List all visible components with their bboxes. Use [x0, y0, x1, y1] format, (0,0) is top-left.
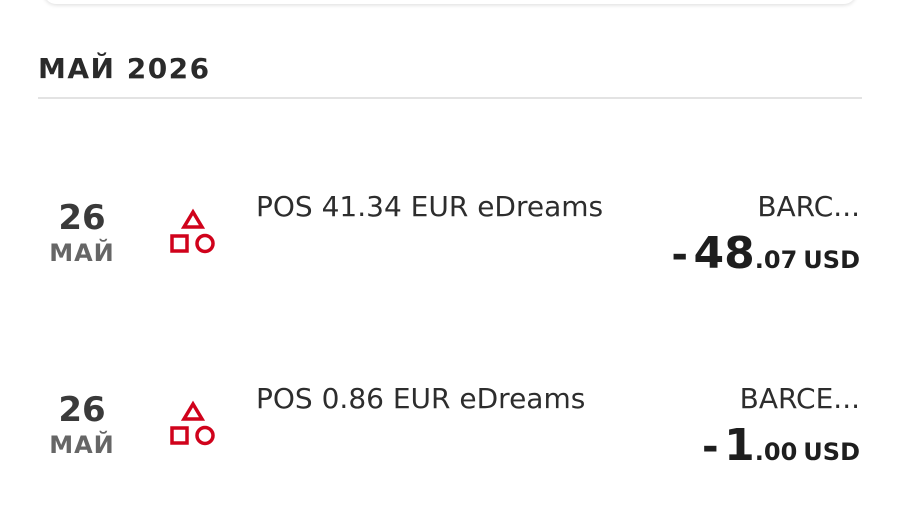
date-month: МАЙ [49, 431, 115, 459]
transaction-description: POS 41.34 EUR eDreams [256, 190, 604, 223]
date-day: 26 [58, 198, 106, 238]
amount-integer: 48 [693, 228, 755, 279]
date-block: 26 МАЙ [36, 390, 128, 460]
shapes-category-icon [170, 400, 215, 446]
transaction-row[interactable]: 26 МАЙ POS 41.34 EUR eDreams BARC... - 4… [0, 188, 900, 308]
month-header: МАЙ 2026 [38, 52, 211, 85]
shapes-category-icon [170, 208, 215, 254]
previous-card-edge [44, 0, 856, 4]
date-block: 26 МАЙ [36, 198, 128, 268]
transaction-description: POS 0.86 EUR eDreams [256, 382, 586, 415]
amount-sign: - [701, 424, 719, 470]
amount-decimal: .00 [754, 438, 798, 466]
amount-integer: 1 [724, 420, 755, 471]
divider [38, 97, 862, 99]
transaction-location: BARCE... [739, 382, 860, 415]
transaction-amount: - 48.07 USD [671, 228, 860, 279]
date-day: 26 [58, 390, 106, 430]
amount-decimal: .07 [754, 246, 798, 274]
transaction-amount: - 1.00 USD [702, 420, 860, 471]
transaction-row[interactable]: 26 МАЙ POS 0.86 EUR eDreams BARCE... - 1… [0, 380, 900, 500]
date-month: МАЙ [49, 239, 115, 267]
amount-sign: - [671, 232, 688, 278]
amount-currency: USD [803, 438, 860, 466]
amount-currency: USD [803, 246, 860, 274]
transaction-location: BARC... [757, 190, 860, 223]
